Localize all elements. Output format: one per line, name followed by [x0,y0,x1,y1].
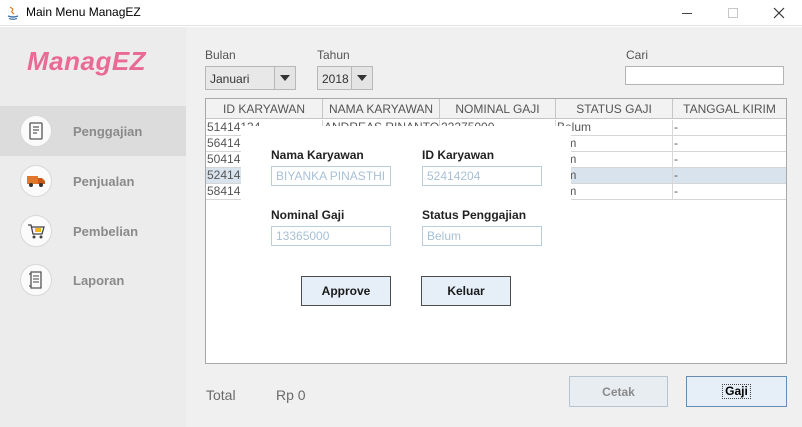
cell-tanggal: - [674,168,678,182]
shopping-cart-icon [20,215,52,247]
search-input[interactable] [625,66,784,85]
cetak-button[interactable]: Cetak [569,376,668,407]
minimize-icon [682,12,692,14]
total-value: Rp 0 [276,387,306,403]
maximize-icon [728,8,738,18]
sidebar-item-pembelian[interactable]: Pembelian [0,206,186,256]
nominal-gaji-label: Nominal Gaji [271,208,345,222]
sidebar-item-penggajian[interactable]: Penggajian [0,106,186,156]
id-karyawan-field[interactable]: 52414204 [422,166,542,186]
approve-button-label: Approve [321,284,371,298]
keluar-button[interactable]: Keluar [421,276,511,306]
cell-status: Belum [556,120,673,136]
nominal-gaji-field[interactable]: 13365000 [271,226,391,246]
receipt-icon [20,115,52,147]
bulan-label: Bulan [205,48,236,62]
nama-karyawan-label: Nama Karyawan [271,148,364,162]
sidebar-item-laporan[interactable]: Laporan [0,255,186,305]
column-header-nama[interactable]: NAMA KARYAWAN [323,99,440,119]
tahun-label: Tahun [317,48,350,62]
window-title: Main Menu ManagEZ [26,5,141,19]
tahun-select[interactable]: 2018 [317,66,373,90]
delivery-truck-icon [20,165,52,197]
close-icon [773,7,785,19]
gaji-button-label: Gaji [722,384,751,399]
minimize-button[interactable] [664,0,710,26]
approve-button[interactable]: Approve [301,276,391,306]
sidebar-item-penjualan[interactable]: Penjualan [0,156,186,206]
maximize-button[interactable] [710,0,756,26]
status-penggajian-label: Status Penggajian [422,208,527,222]
cell-status: lum [556,136,673,152]
cari-label: Cari [626,48,649,62]
close-button[interactable] [756,0,802,26]
app-logo: ManagEZ [27,46,147,76]
sidebar-item-label: Laporan [73,272,125,288]
sidebar-item-label: Penggajian [73,123,143,139]
cell-tanggal: - [674,152,678,166]
chevron-down-icon [274,67,295,89]
salary-approval-dialog: Nama Karyawan BIYANKA PINASTHI ID Karyaw… [241,126,571,336]
gaji-button[interactable]: Gaji [686,376,787,407]
total-label: Total [206,387,236,403]
column-header-tanggal[interactable]: TANGGAL KIRIM [673,99,786,119]
java-app-icon [7,6,19,20]
column-header-id[interactable]: ID KARYAWAN [206,99,323,119]
report-icon [20,264,52,296]
keluar-button-label: Keluar [447,284,485,298]
status-penggajian-field[interactable]: Belum [422,226,542,246]
chevron-down-icon [351,67,372,89]
cell-tanggal: - [674,136,678,150]
bulan-select[interactable]: Januari [205,66,296,90]
column-header-nominal[interactable]: NOMINAL GAJI [440,99,556,119]
cell-tanggal: - [674,184,678,198]
table-header: ID KARYAWAN NAMA KARYAWAN NOMINAL GAJI S… [206,99,786,119]
cell-status: lum [556,152,673,168]
sidebar-item-label: Pembelian [73,223,139,239]
cetak-button-label: Cetak [602,384,635,399]
column-header-status[interactable]: STATUS GAJI [556,99,673,119]
cell-status: lum [556,168,673,184]
id-karyawan-label: ID Karyawan [422,148,495,162]
cell-tanggal: - [674,120,678,134]
tahun-value: 2018 [322,72,349,86]
sidebar-item-label: Penjualan [73,173,135,189]
nama-karyawan-field[interactable]: BIYANKA PINASTHI [271,166,391,186]
title-bar: Main Menu ManagEZ [0,0,802,26]
bulan-value: Januari [210,72,250,86]
cell-status: lum [556,184,673,200]
sidebar: ManagEZ Penggajian Penjualan Pembelian L… [0,27,186,427]
